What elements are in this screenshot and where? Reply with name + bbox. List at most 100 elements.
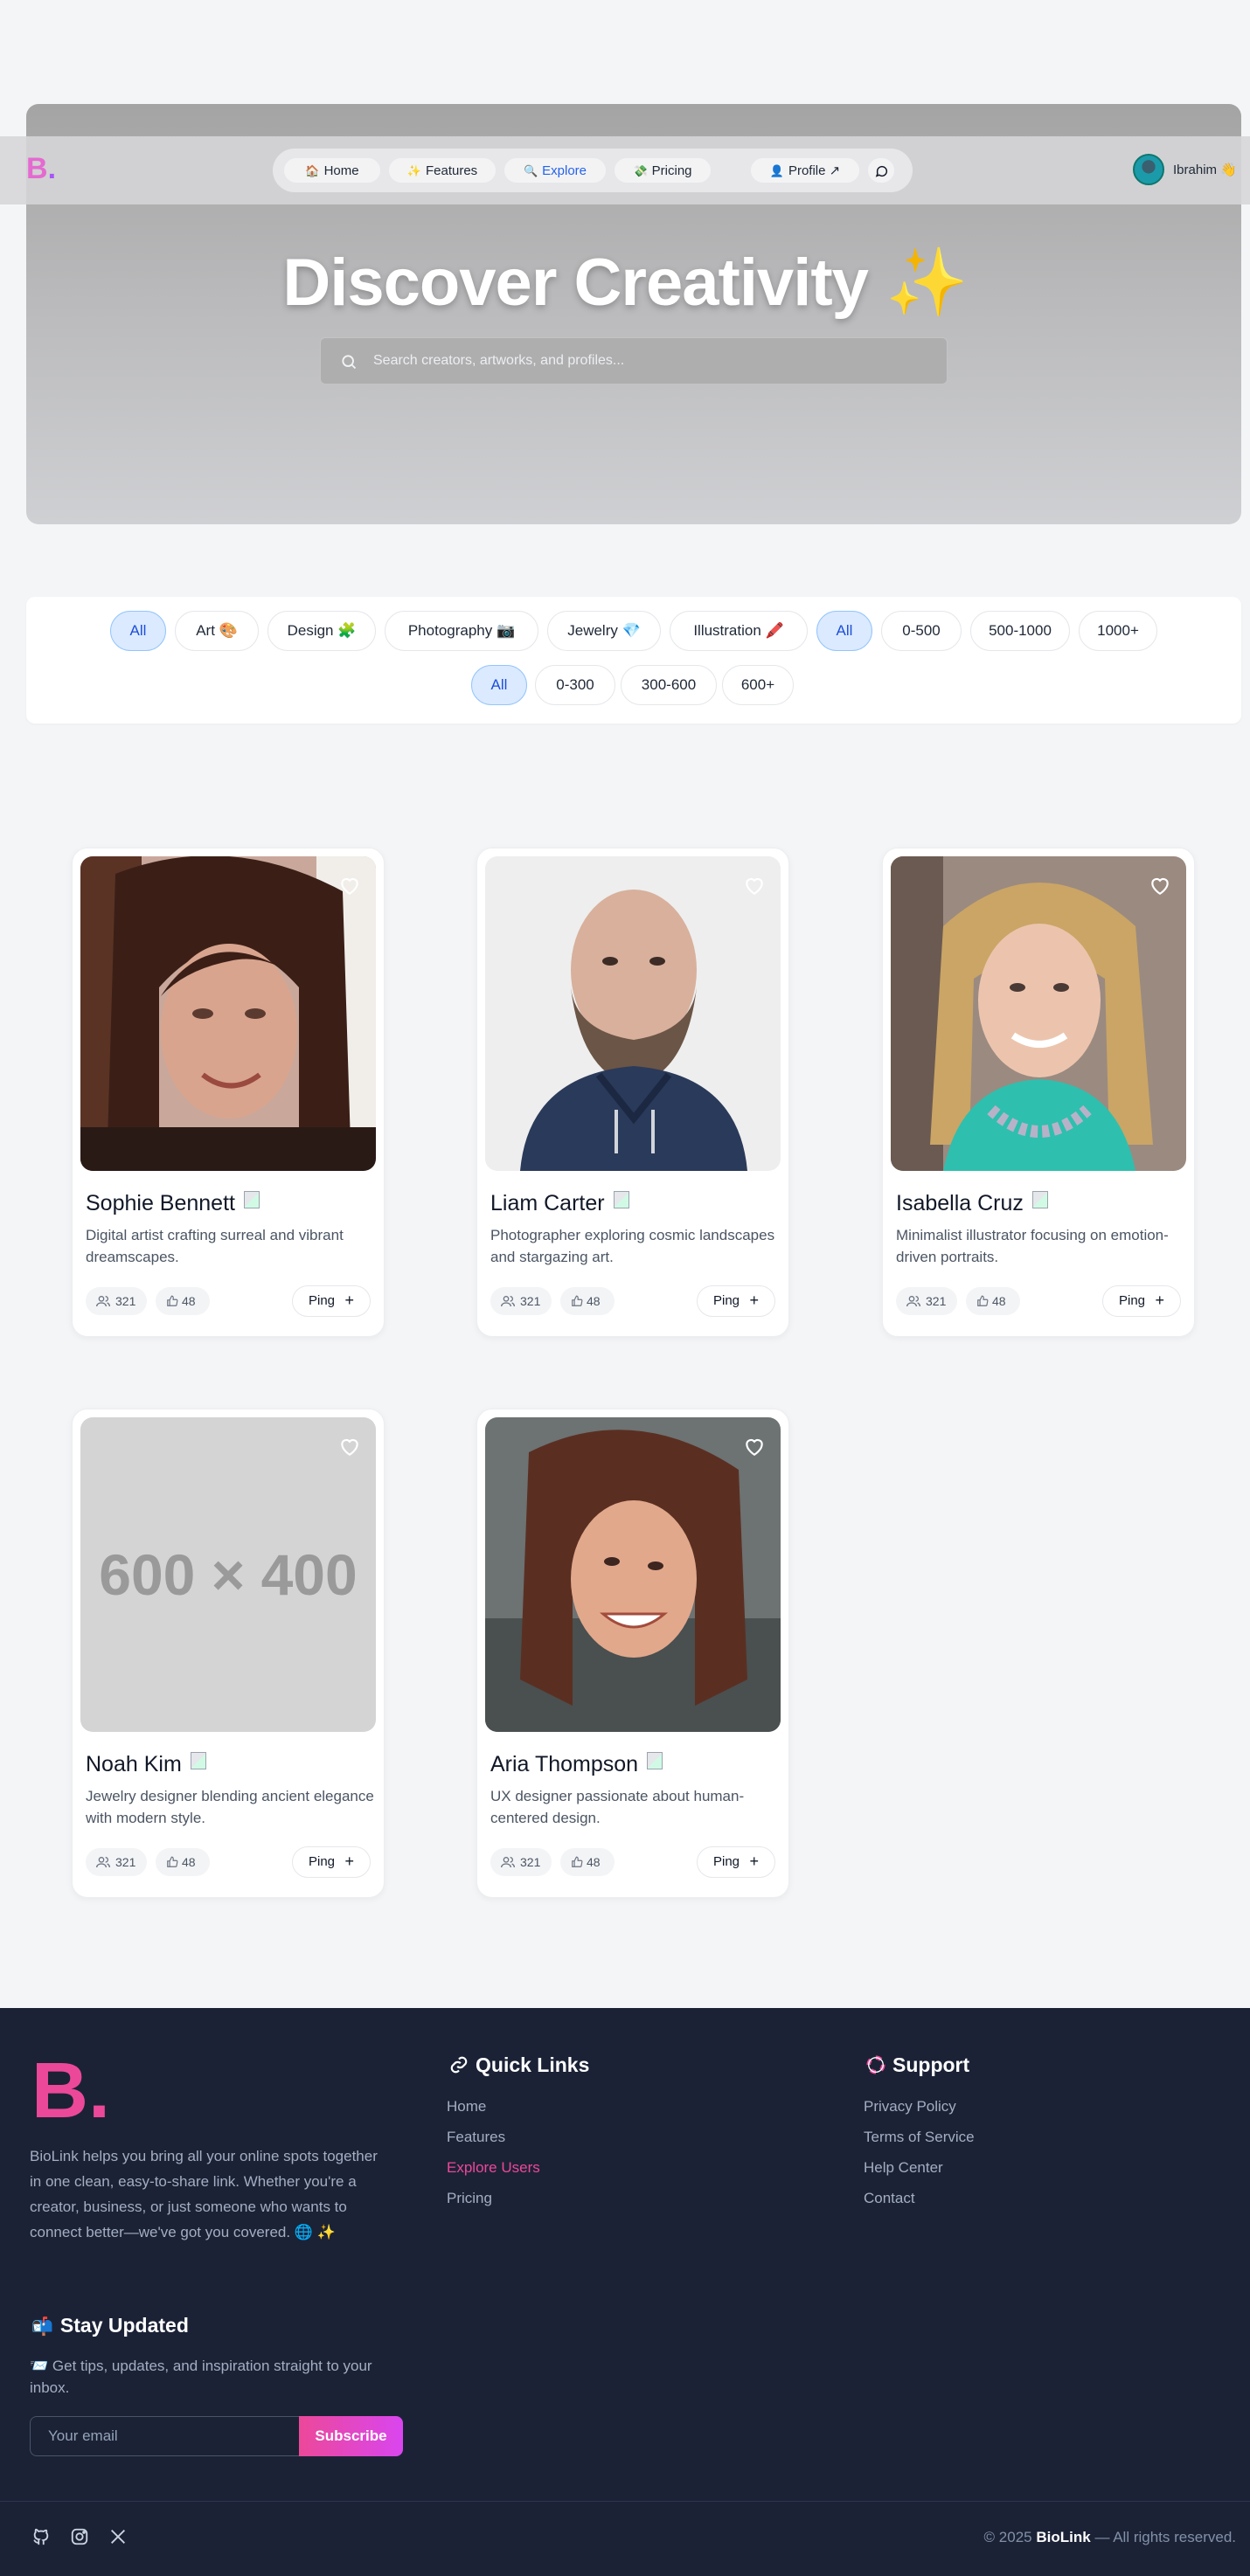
followers-count: 321 — [86, 1848, 147, 1876]
email-field[interactable] — [30, 2416, 301, 2456]
nav-explore[interactable]: 🔍 Explore — [503, 157, 607, 184]
ping-button[interactable]: Ping + — [1102, 1285, 1181, 1317]
filter-price-0-300[interactable]: 0-300 — [535, 665, 615, 705]
nav-profile[interactable]: 👤 Profile ↗ — [750, 157, 860, 184]
creator-photo — [891, 856, 1186, 1171]
filter-price-600-plus[interactable]: 600+ — [722, 665, 794, 705]
followers-count: 321 — [896, 1287, 957, 1315]
filter-category-art[interactable]: Art 🎨 — [175, 611, 259, 651]
ping-button[interactable]: Ping + — [697, 1846, 775, 1878]
filter-category-design[interactable]: Design 🧩 — [267, 611, 376, 651]
stay-updated-heading: 📬 Stay Updated — [31, 2314, 189, 2337]
nav-pricing[interactable]: 💸 Pricing — [614, 157, 712, 184]
ping-button[interactable]: Ping + — [292, 1285, 371, 1317]
search-icon — [342, 355, 357, 370]
top-navbar: B. 🏠 Home ✨ Features 🔍 Explore 💸 Pricing 👤 Pr… — [0, 136, 1250, 204]
plus-icon: + — [1155, 1291, 1164, 1309]
likes-count: 48 — [156, 1848, 210, 1876]
followers-count: 321 — [490, 1848, 552, 1876]
creator-card[interactable]: Liam Carter Photographer exploring cosmi… — [476, 848, 789, 1337]
footer-logo[interactable]: B. — [31, 2052, 110, 2130]
search-input[interactable] — [373, 338, 933, 384]
subscribe-button[interactable]: Subscribe — [299, 2416, 403, 2456]
likes-count: 48 — [560, 1848, 615, 1876]
ping-button[interactable]: Ping + — [292, 1846, 371, 1878]
verified-badge-icon — [1031, 1191, 1048, 1208]
creator-name: Liam Carter — [490, 1191, 629, 1216]
footer-link-terms[interactable]: Terms of Service — [864, 2129, 975, 2146]
plus-icon: + — [344, 1291, 354, 1309]
nav-home[interactable]: 🏠 Home — [283, 157, 381, 184]
heart-icon[interactable] — [743, 875, 766, 896]
heart-icon[interactable] — [338, 1436, 361, 1457]
chat-icon — [875, 165, 888, 177]
ping-button[interactable]: Ping + — [697, 1285, 775, 1317]
creator-card[interactable]: Sophie Bennett Digital artist crafting s… — [72, 848, 385, 1337]
filter-category-jewelry[interactable]: Jewelry 💎 — [547, 611, 661, 651]
footer-link-privacy[interactable]: Privacy Policy — [864, 2098, 956, 2116]
avatar — [1133, 154, 1164, 185]
filter-price-300-600[interactable]: 300-600 — [621, 665, 717, 705]
verified-badge-icon — [647, 1752, 663, 1769]
footer-link-features[interactable]: Features — [447, 2129, 505, 2146]
brand-logo[interactable]: B. — [26, 152, 56, 186]
creator-photo — [485, 1417, 781, 1732]
stay-updated-text: 📨 Get tips, updates, and inspiration str… — [30, 2358, 372, 2396]
thumbs-up-icon — [167, 1295, 178, 1306]
copyright: © 2025 BioLink — All rights reserved. — [983, 2529, 1236, 2545]
x-twitter-icon[interactable] — [108, 2527, 128, 2546]
hero-title: Discover Creativity ✨ — [282, 246, 969, 320]
support-heading: Support — [866, 2053, 969, 2077]
user-name: Ibrahim 👋 — [1173, 163, 1237, 177]
filter-followers-1000-plus[interactable]: 1000+ — [1079, 611, 1157, 651]
likes-count: 48 — [966, 1287, 1020, 1315]
link-icon — [450, 2056, 468, 2074]
instagram-icon[interactable] — [70, 2527, 89, 2546]
plus-icon: + — [749, 1291, 759, 1309]
search-bar[interactable] — [320, 337, 948, 384]
footer — [0, 2008, 1250, 2576]
creator-bio: Jewelry designer blending ancient elegan… — [86, 1788, 374, 1826]
footer-about: BioLink helps you bring all your online … — [30, 2148, 378, 2240]
creator-photo — [80, 856, 376, 1171]
heart-icon[interactable] — [1149, 875, 1171, 896]
footer-link-contact[interactable]: Contact — [864, 2190, 915, 2207]
filter-price-all[interactable]: All — [471, 665, 527, 705]
users-icon — [501, 1296, 515, 1307]
users-icon — [96, 1296, 110, 1307]
creator-card[interactable]: Isabella Cruz Minimalist illustrator foc… — [882, 848, 1195, 1337]
users-icon — [906, 1296, 920, 1307]
filter-followers-all[interactable]: All — [816, 611, 872, 651]
creator-photo — [485, 856, 781, 1171]
filter-followers-500-1000[interactable]: 500-1000 — [970, 611, 1070, 651]
chat-button[interactable] — [867, 157, 895, 184]
creator-name: Aria Thompson — [490, 1752, 663, 1777]
footer-link-home[interactable]: Home — [447, 2098, 486, 2116]
creator-card[interactable]: Aria Thompson UX designer passionate abo… — [476, 1409, 789, 1898]
footer-link-explore-users[interactable]: Explore Users — [447, 2159, 540, 2177]
creator-name: Isabella Cruz — [896, 1191, 1048, 1216]
heart-icon[interactable] — [338, 875, 361, 896]
creator-photo-placeholder: 600 × 400 — [80, 1417, 376, 1732]
filter-category-photography[interactable]: Photography 📷 — [385, 611, 538, 651]
heart-icon[interactable] — [743, 1436, 766, 1457]
sparkle-icon: ✨ — [885, 246, 969, 320]
creator-name: Sophie Bennett — [86, 1191, 260, 1216]
filter-followers-0-500[interactable]: 0-500 — [881, 611, 962, 651]
verified-badge-icon — [190, 1752, 206, 1769]
likes-count: 48 — [560, 1287, 615, 1315]
verified-badge-icon — [613, 1191, 629, 1208]
nav-features[interactable]: ✨ Features — [388, 157, 497, 184]
creator-bio: Minimalist illustrator focusing on emoti… — [896, 1227, 1169, 1265]
creator-bio: Photographer exploring cosmic landscapes… — [490, 1227, 775, 1265]
footer-link-pricing[interactable]: Pricing — [447, 2190, 492, 2207]
github-icon[interactable] — [31, 2527, 51, 2546]
creator-card[interactable]: 600 × 400 Noah Kim Jewelry designer blen… — [72, 1409, 385, 1898]
creator-bio: UX designer passionate about human-cente… — [490, 1788, 745, 1826]
thumbs-up-icon — [977, 1295, 989, 1306]
footer-link-help[interactable]: Help Center — [864, 2159, 943, 2177]
verified-badge-icon — [243, 1191, 260, 1208]
filter-category-all[interactable]: All — [110, 611, 166, 651]
filter-category-illustration[interactable]: Illustration 🖍️ — [670, 611, 808, 651]
quick-links-heading: Quick Links — [449, 2053, 589, 2077]
